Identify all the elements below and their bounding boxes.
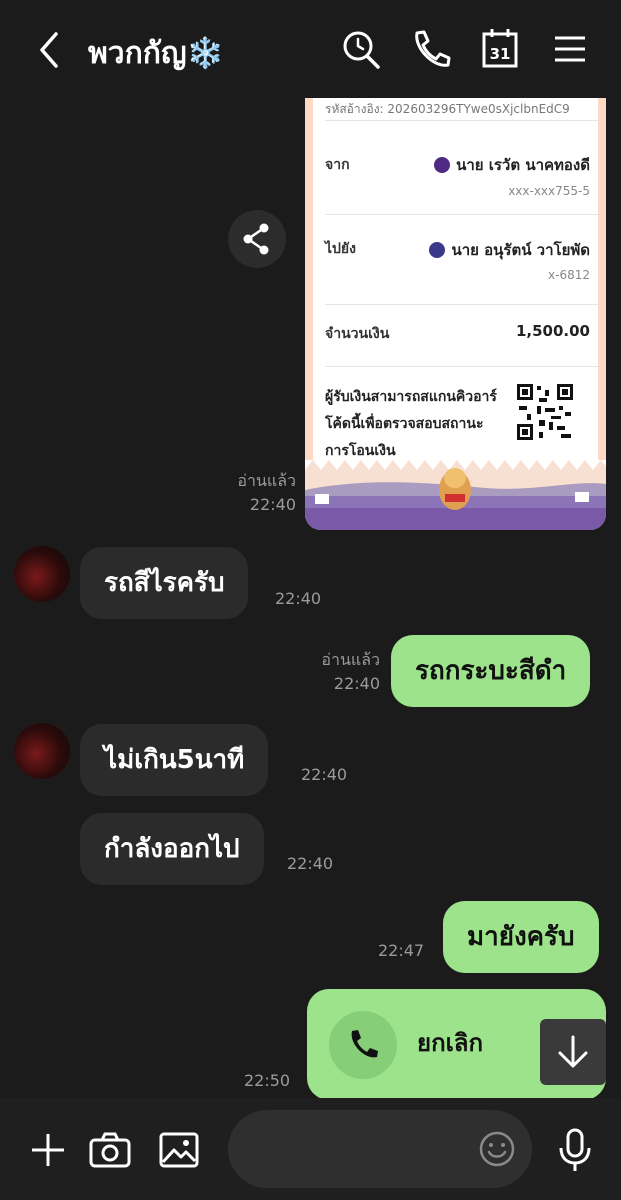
message-time: 22:40 [275,589,322,608]
message-time: 22:40 [333,674,380,693]
call-icon-circle [329,1011,397,1079]
phone-icon[interactable] [408,26,452,72]
menu-icon[interactable] [548,26,592,72]
microphone-icon[interactable] [551,1126,599,1174]
svg-text:31: 31 [490,45,511,63]
incoming-message[interactable]: กำลังออกไป [80,813,264,885]
incoming-message[interactable]: รถสีไรครับ [80,547,249,619]
back-arrow-icon[interactable] [30,28,70,72]
slip-card: รหัสอ้างอิง: 202603296TYwe0sXjclbnEdC9 จ… [313,98,598,460]
calendar-icon[interactable]: 31 [478,26,522,72]
slip-from-name-text: นาย เรวัต นาคทองดี [456,156,590,174]
slip-to-name-text: นาย อนุรัตน์ วาโยพัด [451,241,590,259]
avatar[interactable] [14,723,70,779]
avatar[interactable] [14,546,70,602]
bank-logo-icon [429,242,446,258]
slip-from-label: จาก [325,157,350,173]
share-button[interactable] [228,210,286,268]
message-meta: อ่านแล้ว 22:40 [210,469,296,517]
qr-code-icon [515,382,575,442]
slip-amount: 1,500.00 [515,322,590,340]
search-icon[interactable] [340,26,384,72]
arrow-down-icon [558,1035,588,1068]
message-input[interactable] [228,1110,532,1188]
slip-to-account: x-6812 [548,268,590,282]
read-receipt: อ่านแล้ว [321,650,380,669]
plus-icon[interactable] [24,1126,72,1174]
message-time: 22:40 [301,765,348,784]
outgoing-message[interactable]: รถกระบะสีดำ [391,635,591,707]
slip-amount-label: จำนวนเงิน [325,326,390,342]
message-meta: อ่านแล้ว 22:40 [300,648,380,696]
slip-to-name: นาย อนุรัตน์ วาโยพัด [429,238,590,262]
divider [325,120,598,121]
camera-icon[interactable] [86,1126,134,1174]
image-icon[interactable] [155,1126,203,1174]
slip-to-label: ไปยัง [325,241,356,257]
message-time: 22:50 [244,1071,291,1090]
message-time: 22:40 [287,854,334,873]
call-status: ยกเลิก [417,1029,484,1057]
lavender-field-scene-image [305,460,606,530]
share-icon [243,223,269,255]
message-time: 22:47 [378,941,425,960]
scroll-to-bottom-button[interactable] [540,1019,606,1085]
divider [325,304,598,305]
emoji-icon[interactable] [478,1130,516,1168]
message-time: 22:40 [249,495,296,514]
chat-title[interactable]: พวกกัญ❄️ [88,30,224,77]
bank-logo-icon [434,157,451,173]
message-list[interactable]: รหัสอ้างอิง: 202603296TYwe0sXjclbnEdC9 จ… [0,98,621,1098]
outgoing-message[interactable]: มายังครับ [443,901,599,973]
divider [325,214,598,215]
composer-bar [0,1098,621,1200]
incoming-message[interactable]: ไม่เกิน5นาที [80,724,269,796]
divider [325,366,598,367]
slip-from-account: xxx-xxx755-5 [508,184,590,198]
chat-header: พวกกัญ❄️ 31 [0,0,621,98]
slip-note: ผู้รับเงินสามารถสแกนคิวอาร์โค้ดนี้เพื่อต… [325,389,497,459]
transfer-slip-image[interactable]: รหัสอ้างอิง: 202603296TYwe0sXjclbnEdC9 จ… [305,98,606,530]
slip-from-name: นาย เรวัต นาคทองดี [434,153,590,177]
phone-icon [351,1030,378,1058]
slip-reference: รหัสอ้างอิง: 202603296TYwe0sXjclbnEdC9 [325,102,570,116]
read-receipt: อ่านแล้ว [237,471,296,490]
